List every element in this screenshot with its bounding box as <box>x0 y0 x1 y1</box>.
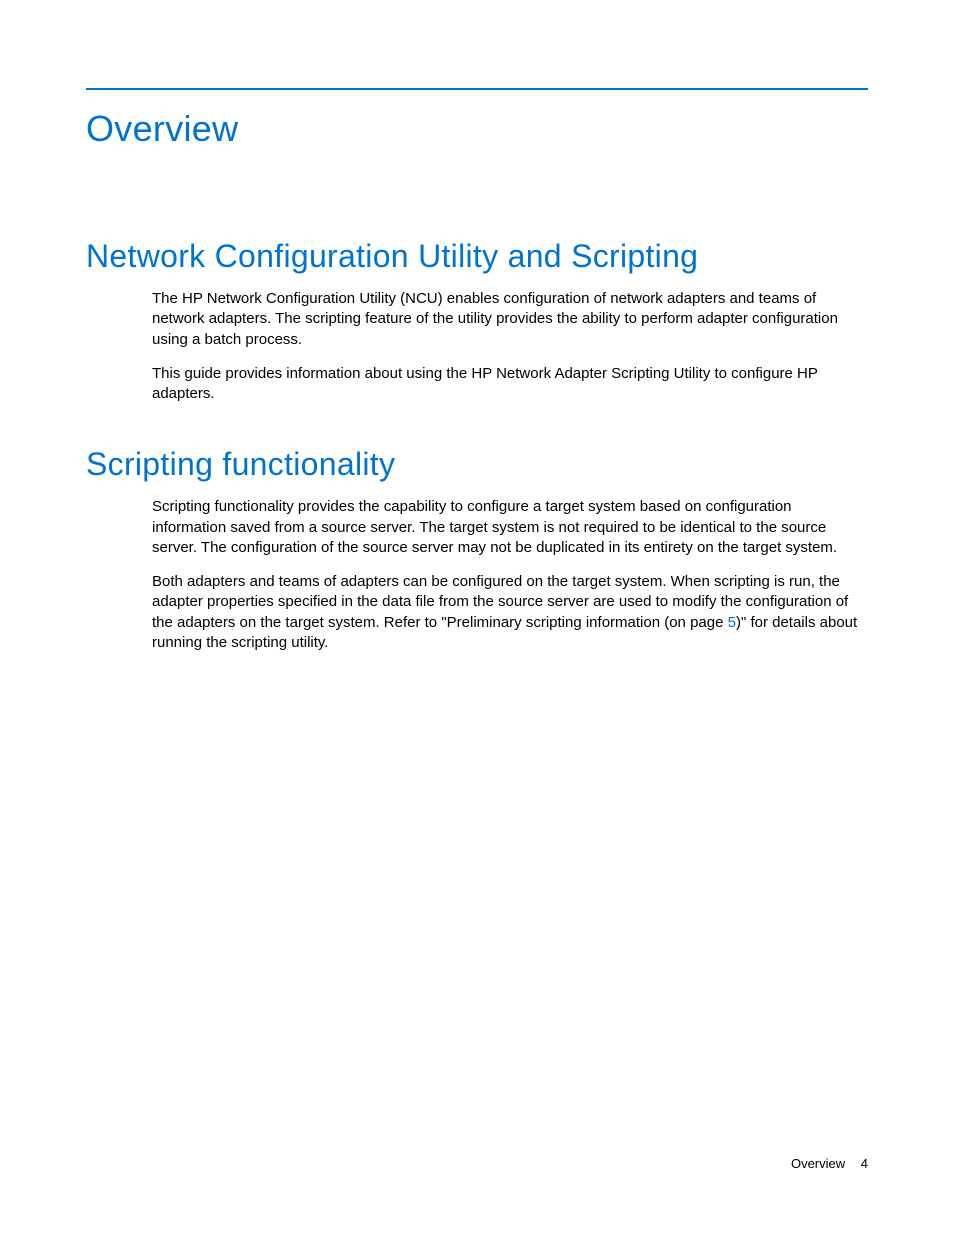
page-title: Overview <box>86 108 868 150</box>
section-heading-ncu: Network Configuration Utility and Script… <box>86 238 868 275</box>
footer-section: Overview <box>791 1156 845 1171</box>
top-rule <box>86 88 868 90</box>
section-heading-scripting: Scripting functionality <box>86 446 868 483</box>
paragraph: Both adapters and teams of adapters can … <box>152 572 868 653</box>
section-body-scripting: Scripting functionality provides the cap… <box>86 497 868 653</box>
page-link[interactable]: 5 <box>728 614 736 631</box>
section-body-ncu: The HP Network Configuration Utility (NC… <box>86 289 868 404</box>
paragraph: This guide provides information about us… <box>152 364 868 405</box>
paragraph: Scripting functionality provides the cap… <box>152 497 868 558</box>
paragraph: The HP Network Configuration Utility (NC… <box>152 289 868 350</box>
page-footer: Overview 4 <box>791 1156 868 1171</box>
footer-page-number: 4 <box>861 1156 868 1171</box>
